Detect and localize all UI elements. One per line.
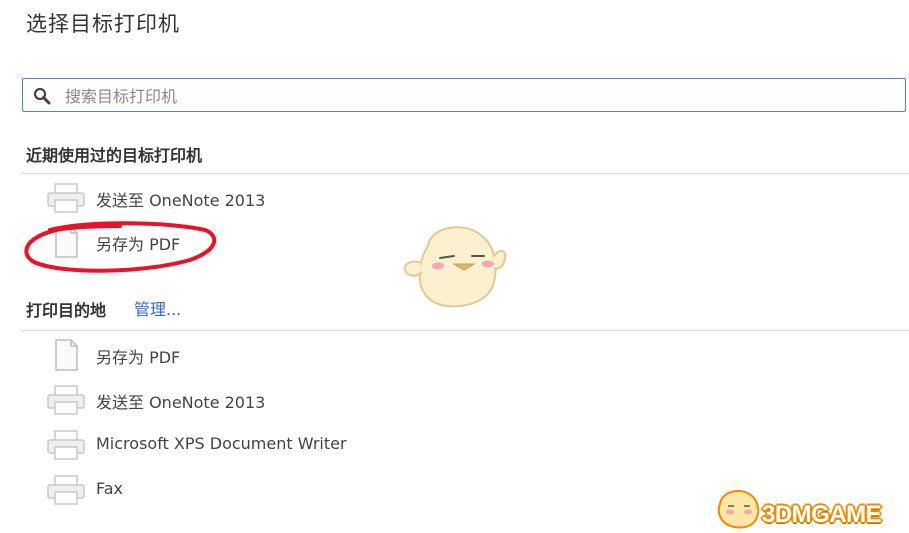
search-icon (33, 87, 51, 105)
red-circle-annotation (24, 221, 217, 273)
destinations-section-heading: 打印目的地 (26, 301, 107, 320)
destination-item-onenote[interactable]: 发送至 OneNote 2013 (44, 380, 904, 420)
printer-icon (47, 183, 85, 213)
destination-item-label: 发送至 OneNote 2013 (96, 393, 266, 412)
printer-icon (47, 430, 85, 460)
divider (22, 173, 909, 174)
recent-section-heading: 近期使用过的目标打印机 (26, 146, 203, 165)
search-input[interactable] (63, 84, 887, 108)
destination-item-xps[interactable]: Microsoft XPS Document Writer (44, 425, 904, 465)
recent-item-onenote[interactable]: 发送至 OneNote 2013 (44, 178, 904, 218)
document-icon (55, 339, 78, 371)
page-title: 选择目标打印机 (26, 12, 180, 36)
destination-item-save-pdf[interactable]: 另存为 PDF (44, 335, 904, 375)
destination-item-label: Fax (96, 479, 124, 498)
manage-link[interactable]: 管理... (134, 296, 181, 320)
divider (22, 330, 909, 331)
search-box[interactable] (22, 78, 906, 112)
printer-icon (47, 475, 85, 505)
printer-icon (47, 385, 85, 415)
destination-item-label: Microsoft XPS Document Writer (96, 434, 347, 453)
recent-item-label: 发送至 OneNote 2013 (96, 191, 266, 210)
destination-item-label: 另存为 PDF (96, 348, 181, 367)
watermark-text: 3DMGAME (762, 501, 882, 528)
mascot-illustration (403, 226, 507, 308)
